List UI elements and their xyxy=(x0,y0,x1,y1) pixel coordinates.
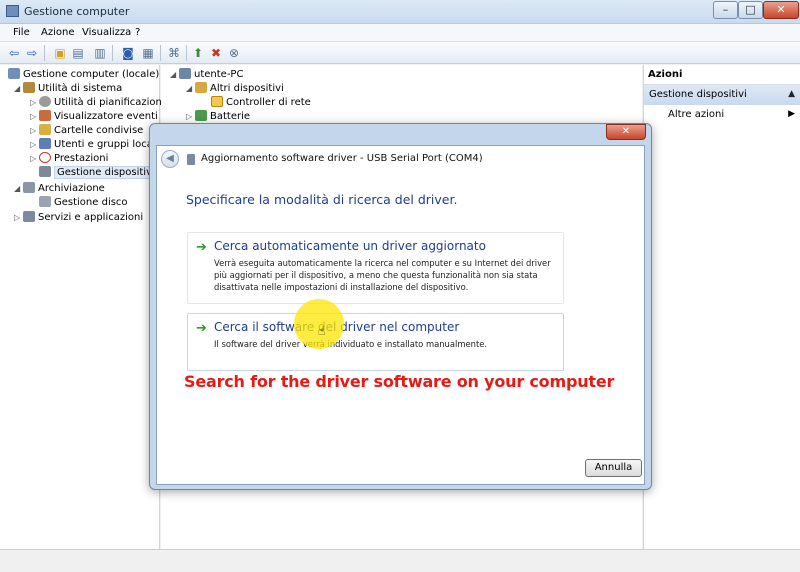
menu-visualizza[interactable]: Visualizza xyxy=(82,27,131,38)
task-scheduler-icon xyxy=(39,96,51,107)
tree-item-task-scheduler[interactable]: ▷ Utilità di pianificazione xyxy=(30,96,168,110)
performance-icon xyxy=(39,152,51,163)
window-title: Gestione computer xyxy=(24,5,130,18)
actions-item-label: Altre azioni xyxy=(668,109,725,120)
toolbar-separator xyxy=(186,45,187,61)
users-groups-icon xyxy=(39,138,51,149)
back-arrow-icon[interactable]: ⇦ xyxy=(6,45,22,61)
console-tree-pane: Gestione computer (locale) ◢ Utilità di s… xyxy=(0,65,168,549)
other-devices-icon xyxy=(195,82,207,93)
menu-help[interactable]: ? xyxy=(135,27,140,38)
close-button[interactable]: ✕ xyxy=(763,1,799,19)
option-search-automatically[interactable]: ➔ Cerca automaticamente un driver aggior… xyxy=(187,232,564,304)
tree-item-network-controller[interactable]: Controller di rete xyxy=(211,96,311,110)
properties-icon[interactable]: ▦ xyxy=(140,45,156,61)
menu-file[interactable]: File xyxy=(13,27,30,38)
toolbar-separator xyxy=(44,45,45,61)
disk-management-icon xyxy=(39,196,51,207)
toolbar: ⇦ ⇨ ▣ ▤ ▥ ◙ ▦ ⌘ ⬆ ✖ ⊗ xyxy=(0,42,800,64)
toolbar-separator xyxy=(160,45,161,61)
tree-item-device-manager[interactable]: Gestione dispositivi xyxy=(39,166,158,180)
system-tools-icon xyxy=(23,82,35,93)
hand-cursor-icon: ☝ xyxy=(318,324,326,338)
console-tree-icon[interactable]: ▤ xyxy=(70,45,86,61)
back-arrow-icon[interactable]: ◀ xyxy=(161,150,179,168)
dialog-header: ◀ Aggiornamento software driver - USB Se… xyxy=(157,146,644,172)
battery-icon xyxy=(195,110,207,121)
tree-item-disk-management[interactable]: Gestione disco xyxy=(39,196,128,210)
up-folder-icon[interactable]: ▣ xyxy=(52,45,68,61)
tree-item-system-tools[interactable]: ◢ Utilità di sistema xyxy=(14,82,122,96)
dialog-heading: Specificare la modalità di ricerca del d… xyxy=(186,192,458,207)
tree-item-services-applications[interactable]: ▷ Servizi e applicazioni xyxy=(14,211,143,225)
uninstall-icon[interactable]: ✖ xyxy=(208,45,224,61)
computer-management-icon xyxy=(6,5,19,17)
forward-arrow-icon[interactable]: ⇨ xyxy=(24,45,40,61)
actions-pane: Azioni Gestione dispositivi ▲ Altre azio… xyxy=(643,65,800,549)
cancel-button[interactable]: Annulla xyxy=(585,459,642,477)
collapse-up-icon[interactable]: ▲ xyxy=(788,89,795,99)
tree-item-batteries[interactable]: ▷ Batterie xyxy=(186,110,250,124)
actions-item-more-actions[interactable]: Altre azioni ▶ xyxy=(644,105,800,125)
dialog-title: Aggiornamento software driver - USB Seri… xyxy=(201,153,483,164)
disable-device-icon[interactable]: ⊗ xyxy=(226,45,242,61)
scan-hardware-icon[interactable]: ⌘ xyxy=(166,45,182,61)
green-arrow-icon: ➔ xyxy=(196,240,207,255)
computer-icon xyxy=(179,68,191,79)
network-controller-warning-icon xyxy=(211,96,223,107)
actions-section-device-manager[interactable]: Gestione dispositivi ▲ xyxy=(644,85,800,105)
tree-item-local-users-groups[interactable]: ▷ Utenti e gruppi locali xyxy=(30,138,158,152)
status-bar xyxy=(0,549,800,572)
update-driver-icon[interactable]: ⬆ xyxy=(190,45,206,61)
services-apps-icon xyxy=(23,211,35,222)
option-description: Verrà eseguita automaticamente la ricerc… xyxy=(214,258,551,292)
shared-folders-icon xyxy=(39,124,51,135)
usb-device-icon xyxy=(187,154,195,165)
device-manager-icon xyxy=(39,166,51,177)
update-driver-dialog: ✕ ◀ Aggiornamento software driver - USB … xyxy=(149,123,652,490)
tree-item-other-devices[interactable]: ◢ Altri dispositivi xyxy=(186,82,284,96)
dialog-close-button[interactable]: ✕ xyxy=(606,124,646,140)
title-bar: Gestione computer – □ ✕ xyxy=(0,0,800,24)
toolbar-separator xyxy=(112,45,113,61)
minimize-button[interactable]: – xyxy=(713,1,738,19)
export-list-icon[interactable]: ▥ xyxy=(92,45,108,61)
submenu-arrow-icon: ▶ xyxy=(788,109,795,119)
tree-item-computer-management[interactable]: Gestione computer (locale) xyxy=(8,68,159,82)
menu-azione[interactable]: Azione xyxy=(41,27,74,38)
tree-item-shared-folders[interactable]: ▷ Cartelle condivise xyxy=(30,124,143,138)
tree-item-performance[interactable]: ▷ Prestazioni xyxy=(30,152,108,166)
option-description: Il software del driver verrà individuato… xyxy=(214,339,488,349)
tree-item-event-viewer[interactable]: ▷ Visualizzatore eventi xyxy=(30,110,158,124)
tree-item-utente-pc[interactable]: ◢ utente-PC xyxy=(170,68,243,82)
event-viewer-icon xyxy=(39,110,51,121)
menu-bar: File Azione Visualizza ? xyxy=(0,24,800,42)
option-title: Cerca automaticamente un driver aggiorna… xyxy=(214,239,486,253)
green-arrow-icon: ➔ xyxy=(196,321,207,336)
option-browse-computer[interactable]: ➔ Cerca il software del driver nel compu… xyxy=(187,313,564,371)
dialog-client-area: ◀ Aggiornamento software driver - USB Se… xyxy=(156,145,645,485)
actions-header: Azioni xyxy=(644,65,800,85)
maximize-button[interactable]: □ xyxy=(738,1,763,19)
video-caption: Search for the driver software on your c… xyxy=(184,372,615,391)
tree-item-storage[interactable]: ◢ Archiviazione xyxy=(14,182,105,196)
actions-section-label: Gestione dispositivi xyxy=(649,89,747,100)
storage-icon xyxy=(23,182,35,193)
computer-management-icon xyxy=(8,68,20,79)
help-icon[interactable]: ◙ xyxy=(120,45,136,61)
